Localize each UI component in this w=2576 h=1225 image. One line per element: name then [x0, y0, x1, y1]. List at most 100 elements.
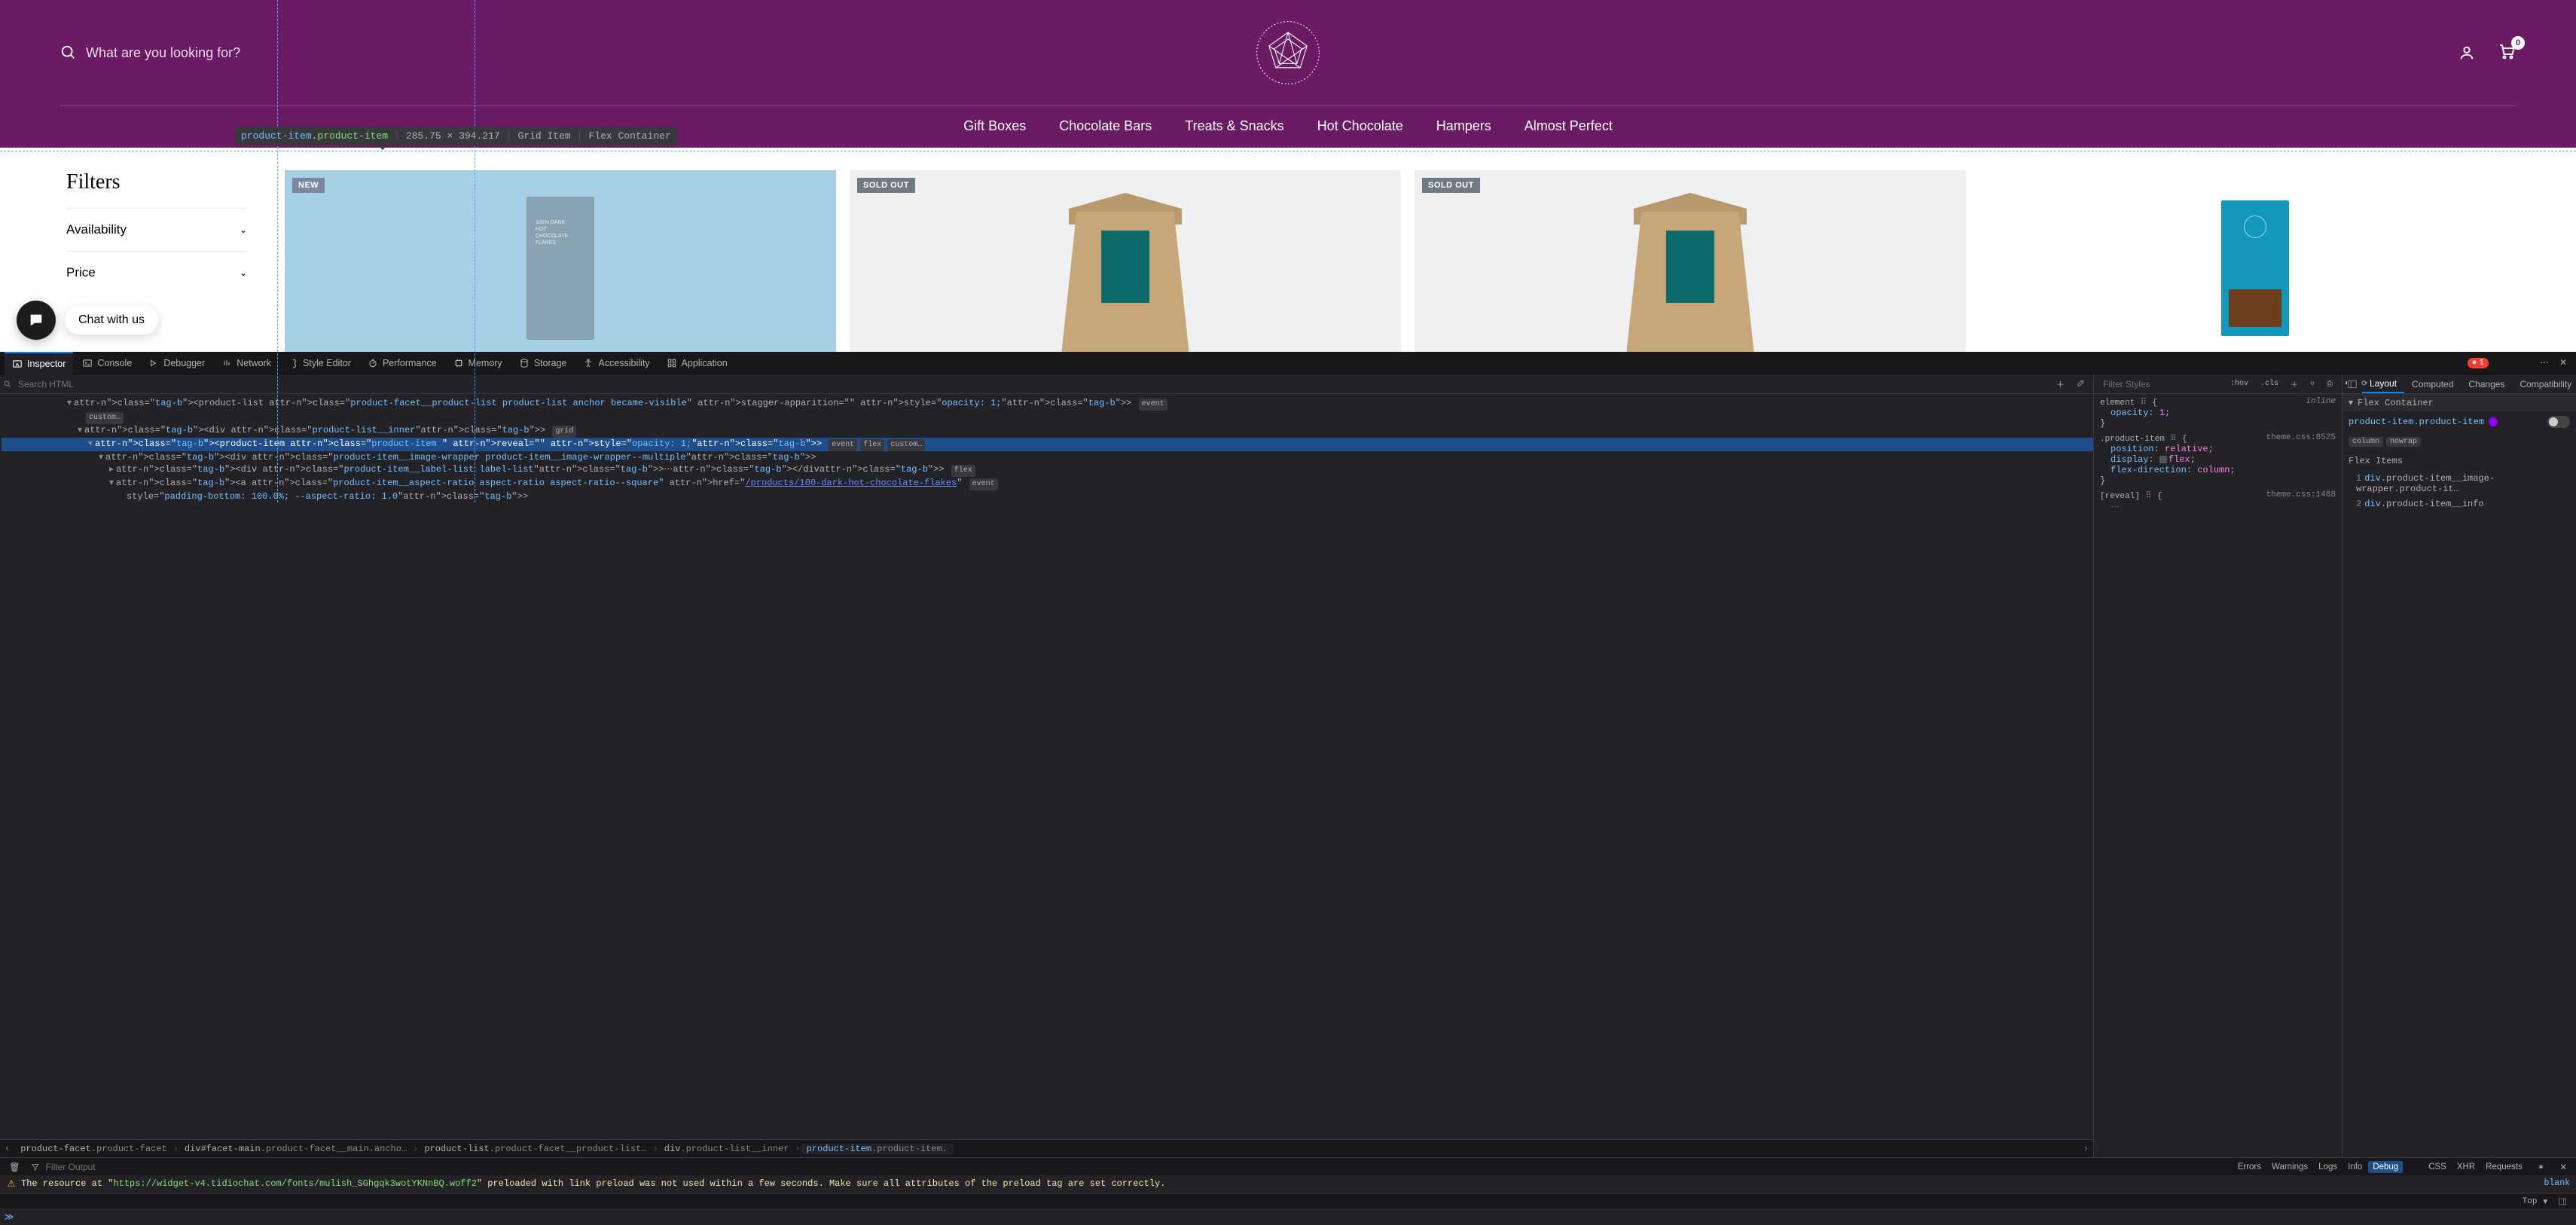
layout-tab[interactable]: Changes — [2461, 374, 2512, 393]
console-filter-button[interactable]: XHR — [2452, 1161, 2480, 1173]
sidebar-toggle-icon[interactable] — [2343, 374, 2362, 393]
crumb-next[interactable]: › — [2079, 1144, 2093, 1154]
nav-link[interactable]: Hot Chocolate — [1317, 118, 1403, 134]
product-badge: NEW — [292, 178, 325, 193]
error-count-badge[interactable]: ● 1 — [2468, 358, 2489, 368]
dom-row[interactable]: ▾attr-n">class="tag-b"><div attr-n">clas… — [2, 451, 2093, 463]
console-filter-button[interactable]: CSS — [2424, 1161, 2451, 1173]
layout-tab[interactable]: Layout — [2362, 374, 2404, 393]
nav-link[interactable]: Hampers — [1436, 118, 1491, 134]
dom-row[interactable]: ▾attr-n">class="tag-b"><product-list att… — [2, 397, 2093, 411]
chat-icon — [28, 312, 44, 328]
dock-side-icon[interactable] — [2513, 357, 2534, 369]
devtools-tabs: Inspector Console Debugger Network Style… — [0, 352, 2576, 374]
console-settings-icon[interactable]: ✶ — [2533, 1162, 2550, 1172]
flex-item-row[interactable]: 1div.product-item__image-wrapper.product… — [2343, 471, 2576, 496]
devtools-tab[interactable]: Storage — [511, 352, 575, 374]
devtools-tab[interactable]: Inspector — [5, 352, 73, 374]
product-card[interactable]: SOLD OUT — [850, 170, 1401, 366]
dom-row[interactable]: custom… — [2, 411, 2093, 424]
dom-row[interactable]: style="padding-bottom: 100.0%; --aspect-… — [2, 490, 2093, 503]
responsive-mode-icon[interactable] — [2490, 357, 2511, 369]
cls-toggle[interactable]: .cls — [2256, 378, 2283, 389]
dom-row[interactable]: ▾attr-n">class="tag-b"><a attr-n">class=… — [2, 477, 2093, 490]
console-level-button[interactable]: Debug — [2368, 1161, 2403, 1173]
dom-row[interactable]: ▸attr-n">class="tag-b"><div attr-n">clas… — [2, 463, 2093, 477]
flex-target-label: product-item.product-item — [2349, 417, 2484, 427]
product-card[interactable] — [1979, 170, 2531, 366]
search-icon — [3, 380, 12, 389]
account-icon[interactable] — [2458, 44, 2475, 61]
filter-icon — [31, 1162, 40, 1172]
product-card[interactable]: SOLD OUT — [1415, 170, 1966, 366]
eyedropper-icon[interactable] — [2072, 377, 2090, 392]
devtools-tab[interactable]: Network — [214, 352, 279, 374]
breadcrumb: ‹ product-facet.product-facet › div#facet-… — [0, 1139, 2093, 1157]
add-rule-button[interactable]: ＋ — [2286, 377, 2303, 392]
filter-output-input[interactable] — [46, 1162, 182, 1172]
breadcrumb-item[interactable]: product-item.product-item. — [801, 1144, 954, 1154]
close-devtools-icon[interactable]: ✕ — [2555, 357, 2571, 368]
filter-group[interactable]: Price⌄ — [66, 251, 247, 294]
filter-styles-input[interactable] — [2100, 379, 2223, 389]
breadcrumb-item[interactable]: product-list.product-facet__product-list… — [418, 1144, 652, 1154]
flex-dir-pill: column — [2349, 437, 2383, 447]
sidebar-toggle-icon[interactable] — [2553, 1197, 2571, 1206]
devtools-tab[interactable]: Style Editor — [280, 352, 359, 374]
crumb-prev[interactable]: ‹ — [0, 1144, 14, 1154]
layout-panel: LayoutComputedChangesCompatibility ▾Flex… — [2343, 374, 2576, 1157]
flex-item-row[interactable]: 2div.product-item__info — [2343, 496, 2576, 512]
layout-tab[interactable]: Compatibility — [2512, 374, 2576, 393]
nav-link[interactable]: Treats & Snacks — [1185, 118, 1283, 134]
product-image — [1619, 182, 1762, 355]
flex-overlay-toggle[interactable] — [2547, 416, 2570, 428]
devtools-tab[interactable]: Accessibility — [575, 352, 657, 374]
search-icon[interactable] — [60, 44, 77, 61]
chat-label[interactable]: Chat with us — [65, 306, 158, 335]
breadcrumb-item[interactable]: div.product-list__inner — [658, 1144, 795, 1154]
product-badge: SOLD OUT — [1422, 178, 1480, 193]
kebab-menu-icon[interactable]: ⋯ — [2535, 357, 2553, 368]
brand-logo[interactable] — [1254, 19, 1322, 87]
light-icon[interactable]: ☼ — [2306, 378, 2319, 389]
console-filter-button[interactable]: Requests — [2481, 1161, 2527, 1173]
chat-launcher-button[interactable] — [17, 301, 56, 340]
clear-console-icon[interactable]: 🗑 — [5, 1162, 25, 1172]
product-card[interactable]: NEW100% DARKHOTCHOCOLATEFLAKES — [285, 170, 836, 366]
search-html-input[interactable] — [15, 379, 2049, 389]
devtools-tab[interactable]: Debugger — [141, 352, 212, 374]
add-node-button[interactable]: ＋ — [2052, 377, 2069, 392]
dom-row[interactable]: ▾attr-n">class="tag-b"><product-item att… — [2, 438, 2093, 451]
layout-tab[interactable]: Computed — [2404, 374, 2461, 393]
warning-icon: ⚠ — [6, 1178, 17, 1190]
cart-button[interactable]: 0 — [2498, 42, 2516, 64]
dom-row[interactable]: ▾attr-n">class="tag-b"><div attr-n">clas… — [2, 424, 2093, 438]
nav-link[interactable]: Gift Boxes — [963, 118, 1026, 134]
console-level-button[interactable]: Logs — [2314, 1161, 2342, 1173]
console-close-icon[interactable]: ✕ — [2555, 1162, 2571, 1172]
print-icon[interactable]: ⎙ — [2322, 378, 2337, 390]
devtools-tab[interactable]: Memory — [446, 352, 510, 374]
nav-link[interactable]: Chocolate Bars — [1059, 118, 1152, 134]
devtools-tab[interactable]: Performance — [360, 352, 444, 374]
product-grid: NEW100% DARKHOTCHOCOLATEFLAKESSOLD OUTSO… — [285, 170, 2531, 349]
devtools-tab[interactable]: Console — [75, 352, 139, 374]
chevron-down-icon: ⌄ — [240, 267, 247, 278]
breadcrumb-item[interactable]: div#facet-main.product-facet__main.ancho… — [179, 1144, 413, 1154]
devtools-panel: Inspector Console Debugger Network Style… — [0, 352, 2576, 1225]
console-level-button[interactable]: Info — [2343, 1161, 2367, 1173]
console-level-button[interactable]: Warnings — [2267, 1161, 2312, 1173]
devtools-tab[interactable]: Application — [659, 352, 735, 374]
site-header: 0 Gift Boxes Chocolate Bars Treats & Snack… — [0, 0, 2576, 148]
breadcrumb-item[interactable]: product-facet.product-facet — [14, 1144, 172, 1154]
context-selector[interactable]: Top — [2523, 1197, 2538, 1206]
search-input[interactable] — [86, 45, 312, 61]
filter-group[interactable]: Availability⌄ — [66, 208, 247, 251]
hov-toggle[interactable]: :hov — [2226, 378, 2253, 389]
flex-section-header[interactable]: ▾Flex Container — [2343, 394, 2576, 411]
console-input[interactable]: ≫ — [0, 1208, 2576, 1225]
message-source-link[interactable]: blank — [2544, 1178, 2570, 1188]
nav-link[interactable]: Almost Perfect — [1525, 118, 1613, 134]
console-level-button[interactable]: Errors — [2233, 1161, 2266, 1173]
flex-highlight-swatch[interactable] — [2489, 417, 2498, 426]
